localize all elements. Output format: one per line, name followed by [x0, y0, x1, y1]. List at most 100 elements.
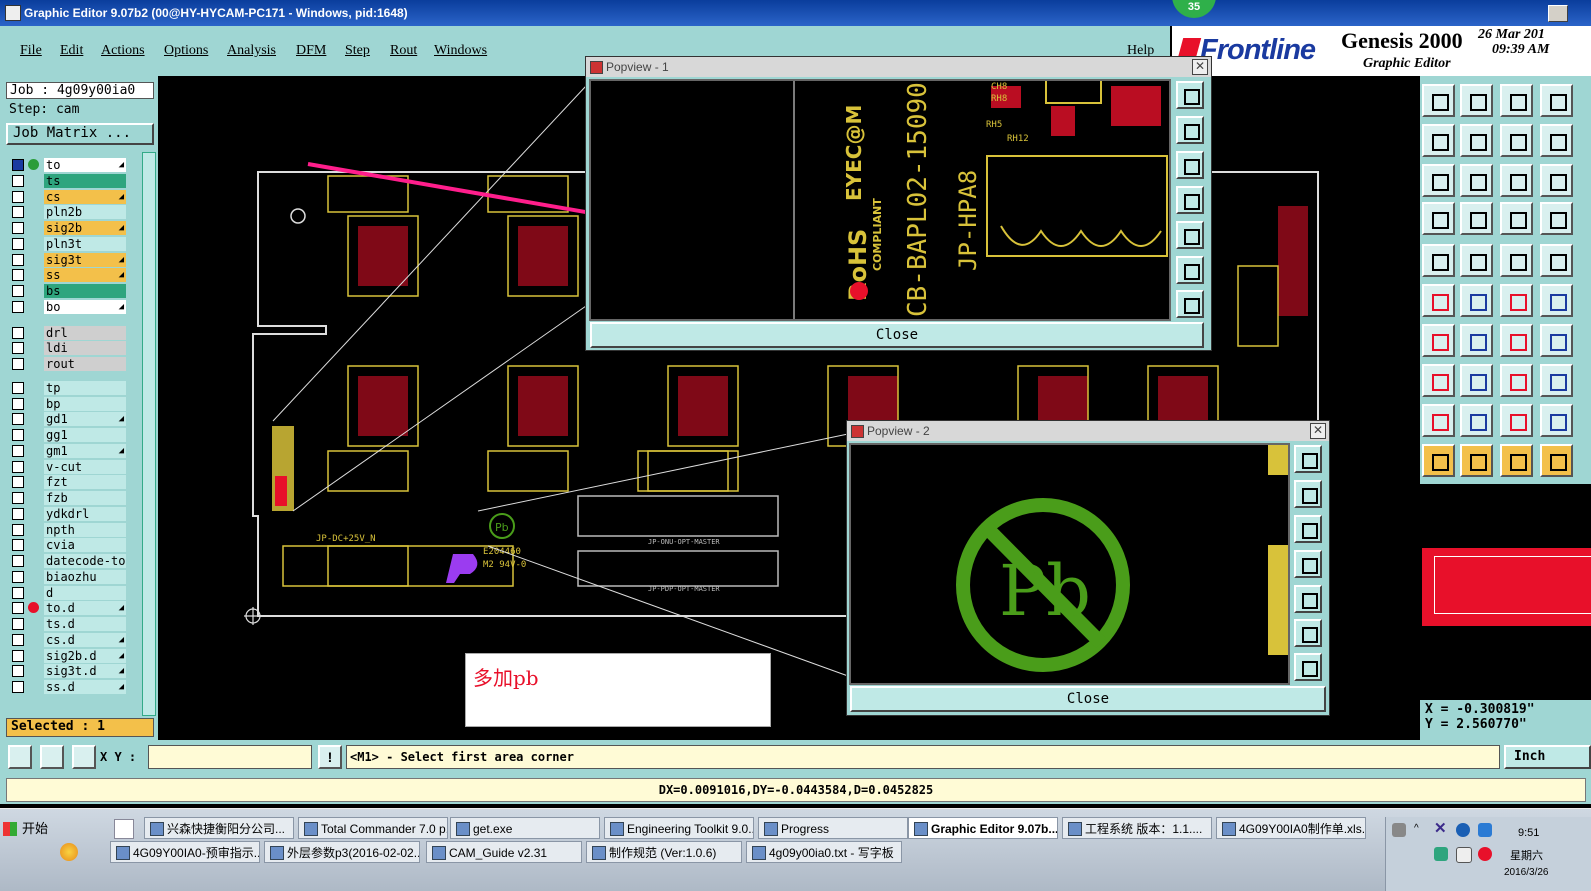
layer-row-bo[interactable]: bo ◢ [10, 299, 126, 314]
tool-button-31[interactable] [1500, 364, 1533, 397]
popview-1-close-button[interactable]: Close [590, 322, 1204, 348]
close-icon[interactable]: ✕ [1192, 59, 1208, 75]
grid-icon[interactable] [72, 745, 96, 769]
layer-checkbox[interactable] [12, 413, 24, 426]
layer-row-ss[interactable]: ss ◢ [10, 268, 126, 283]
layer-row-datecode-to[interactable]: datecode-to [10, 554, 126, 568]
layer-checkbox[interactable] [12, 206, 24, 219]
layer-checkbox[interactable] [12, 649, 24, 662]
units-selector[interactable]: Inch [1504, 745, 1591, 769]
quick-launch-icon[interactable] [60, 843, 78, 861]
layer-row-biaozhu[interactable]: biaozhu [10, 569, 126, 584]
tool-button-14[interactable] [1460, 202, 1493, 235]
popview-1-view[interactable]: EYEC@M RoHS COMPLIANT CB-BAPL02-15090 JP… [589, 79, 1171, 321]
taskbar-button-5[interactable]: Progress [758, 817, 908, 839]
layer-row-tp[interactable]: tp [10, 380, 126, 395]
layer-row-sig3t[interactable]: sig3t ◢ [10, 252, 126, 267]
layer-checkbox[interactable] [12, 381, 24, 394]
tool-button-1[interactable] [1422, 84, 1455, 117]
popview-2-close-button[interactable]: Close [850, 686, 1326, 712]
layer-row-gd1[interactable]: gd1 ◢ [10, 412, 126, 427]
tool-button-20[interactable] [1540, 244, 1573, 277]
popview-1-tool-2[interactable] [1176, 116, 1204, 144]
tool-button-32[interactable] [1540, 364, 1573, 397]
tool-button-27[interactable] [1500, 324, 1533, 357]
tool-button-8[interactable] [1540, 124, 1573, 157]
popview-1-tool-4[interactable] [1176, 186, 1204, 214]
layer-checkbox[interactable] [12, 222, 24, 234]
popview-1-tool-6[interactable] [1176, 256, 1204, 284]
popview-2-tool-7[interactable] [1294, 653, 1322, 681]
tool-button-3[interactable] [1500, 84, 1533, 117]
layer-row-drl[interactable]: drl [10, 325, 126, 340]
tool-button-21[interactable] [1422, 284, 1455, 317]
layer-checkbox[interactable] [12, 397, 24, 410]
popview-2-tool-3[interactable] [1294, 515, 1322, 543]
close-x-icon[interactable]: ✕ [1434, 821, 1448, 837]
layer-row-cs[interactable]: cs ◢ [10, 189, 126, 204]
taskbar-button-row2-2[interactable]: 外层参数p3(2016-02-02... [264, 841, 420, 863]
layer-row-ydkdrl[interactable]: ydkdrl [10, 506, 126, 521]
tool-button-17[interactable] [1422, 244, 1455, 277]
menu-windows[interactable]: Windows [434, 43, 487, 59]
taskbar-button-8[interactable]: 4G09Y00IA0制作单.xls... [1216, 817, 1366, 839]
tool-button-36[interactable] [1540, 404, 1573, 437]
popview-2-view[interactable]: Pb [849, 443, 1290, 685]
tool-button-6[interactable] [1460, 124, 1493, 157]
layer-row-bp[interactable]: bp [10, 396, 126, 411]
layer-row-fzb[interactable]: fzb [10, 491, 126, 505]
menu-actions[interactable]: Actions [101, 43, 145, 59]
measure-icon[interactable] [40, 745, 64, 769]
show-desktop-icon[interactable] [114, 819, 134, 839]
start-button[interactable]: 开始 [0, 817, 104, 841]
layer-checkbox[interactable] [12, 174, 24, 187]
layer-checkbox[interactable] [12, 460, 24, 473]
layer-checkbox[interactable] [12, 539, 24, 552]
bluetooth-icon[interactable] [1456, 823, 1470, 837]
layer-row-ss-d[interactable]: ss.d ◢ [10, 680, 126, 694]
menu-step[interactable]: Step [345, 43, 370, 59]
tool-button-37[interactable] [1422, 444, 1455, 477]
layer-checkbox[interactable] [12, 476, 24, 489]
layer-checkbox[interactable] [12, 602, 24, 615]
layer-checkbox[interactable] [12, 444, 24, 457]
layer-row-fzt[interactable]: fzt [10, 475, 126, 490]
tool-button-24[interactable] [1540, 284, 1573, 317]
expand-tray-icon[interactable]: ^ [1414, 823, 1428, 837]
popview-2-tool-4[interactable] [1294, 550, 1322, 578]
snap-icon[interactable] [8, 745, 32, 769]
layer-checkbox[interactable] [12, 342, 24, 355]
popview-2-tool-5[interactable] [1294, 585, 1322, 613]
popview-1-tool-3[interactable] [1176, 151, 1204, 179]
layer-row-sig2b[interactable]: sig2b ◢ [10, 221, 126, 235]
popview-2-tool-2[interactable] [1294, 480, 1322, 508]
minimize-button[interactable] [1548, 5, 1568, 22]
layer-row-gm1[interactable]: gm1 ◢ [10, 443, 126, 458]
tool-button-35[interactable] [1500, 404, 1533, 437]
layer-checkbox[interactable] [12, 570, 24, 583]
layer-checkbox[interactable] [12, 253, 24, 266]
tool-button-23[interactable] [1500, 284, 1533, 317]
keyboard-icon[interactable] [1392, 823, 1406, 837]
layer-checkbox[interactable] [12, 555, 24, 567]
layer-row-cvia[interactable]: cvia [10, 538, 126, 553]
taskbar-button-row2-5[interactable]: 4g09y00ia0.txt - 写字板 [746, 841, 902, 863]
layer-row-sig2b-d[interactable]: sig2b.d ◢ [10, 648, 126, 663]
tool-button-7[interactable] [1500, 124, 1533, 157]
tool-button-2[interactable] [1460, 84, 1493, 117]
popview-2-tool-1[interactable] [1294, 445, 1322, 473]
layer-row-pln3t[interactable]: pln3t [10, 236, 126, 251]
tool-button-19[interactable] [1500, 244, 1533, 277]
taskbar-button-row2-1[interactable]: 4G09Y00IA0-预审指示.... [110, 841, 260, 863]
popview-1-tool-1[interactable] [1176, 81, 1204, 109]
xy-input[interactable] [148, 745, 312, 769]
layer-row-d[interactable]: d [10, 585, 126, 600]
popview-1-tool-5[interactable] [1176, 221, 1204, 249]
tool-button-13[interactable] [1422, 202, 1455, 235]
tool-button-26[interactable] [1460, 324, 1493, 357]
taskbar-button-4[interactable]: Engineering Toolkit 9.0... [604, 817, 754, 839]
taskbar-button-row2-3[interactable]: CAM_Guide v2.31 [426, 841, 582, 863]
layer-row-ts-d[interactable]: ts.d [10, 617, 126, 631]
tool-button-40[interactable] [1540, 444, 1573, 477]
close-icon[interactable]: ✕ [1310, 423, 1326, 439]
